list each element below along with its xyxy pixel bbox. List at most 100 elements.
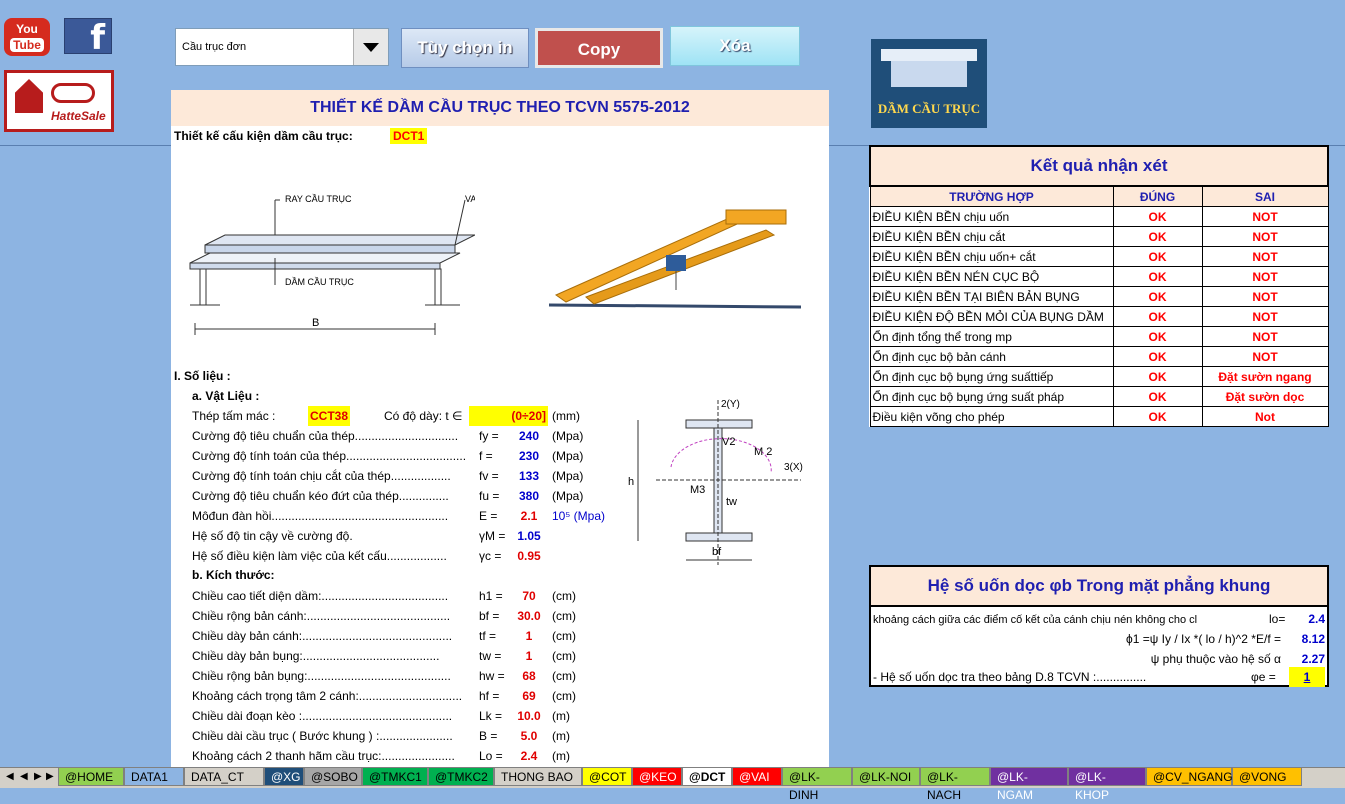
dimension-row: Chiều dày bản cánh:.....................…: [171, 626, 829, 646]
sheet-tab[interactable]: @LK-KHOP: [1068, 768, 1146, 802]
result-case: Điều kiện võng cho phép: [869, 406, 1114, 427]
result-pass: OK: [1112, 306, 1203, 327]
sheet-tab[interactable]: @COT: [582, 768, 632, 786]
dimension-value[interactable]: 5.0: [509, 726, 549, 746]
sheet-tab[interactable]: @LK-NOI: [852, 768, 920, 786]
delete-button[interactable]: Xóa: [670, 26, 800, 66]
chevron-down-icon[interactable]: [353, 29, 388, 65]
copy-button[interactable]: Copy: [535, 28, 663, 68]
youtube-icon[interactable]: You Tube: [4, 18, 50, 56]
result-pass: OK: [1112, 246, 1203, 267]
material-label: Cường độ tiêu chuẩn kéo đứt của thép....…: [192, 489, 449, 503]
tw-label: tw: [726, 496, 737, 508]
crane-beam-logo: DẦM CẦU TRỤC: [871, 39, 987, 128]
sheet-tab-bar: ◀ ◀ ▶ ▶ @HOME DATA1 DATA_CT @XG @SOBO @TMKC1 @…: [0, 767, 1345, 802]
facebook-icon[interactable]: f: [64, 18, 112, 57]
result-fail: NOT: [1201, 286, 1329, 307]
sheet-tab[interactable]: @LK-NACH: [920, 768, 990, 802]
dimension-row: Chiều cao tiết diện dầm:................…: [171, 586, 829, 606]
material-label: Cường độ tính toán của thép.............…: [192, 449, 467, 463]
dimension-value[interactable]: 10.0: [509, 706, 549, 726]
material-symbol: fv =: [479, 469, 499, 483]
material-label: Cường độ tiêu chuẩn của thép............…: [192, 429, 459, 443]
result-pass: OK: [1112, 386, 1203, 407]
sheet-tab[interactable]: @CV_NGANG: [1146, 768, 1233, 786]
phi-lo-label: khoảng cách giữa các điểm cố kết của cán…: [873, 614, 1198, 626]
result-fail: Đặt sườn dọc: [1201, 386, 1329, 407]
steel-grade[interactable]: CCT38: [308, 406, 351, 426]
result-case: Ổn định tổng thể trong mp: [869, 326, 1114, 347]
sheet-tab[interactable]: THONG BAO: [494, 768, 582, 786]
result-pass: OK: [1112, 406, 1203, 427]
logo-label: DẦM CẦU TRỤC: [877, 101, 981, 116]
result-row: Ổn định cục bộ bụng ứng suấttiếp OK Đặt …: [869, 366, 1329, 387]
result-fail: NOT: [1201, 246, 1329, 267]
component-code[interactable]: DCT1: [390, 128, 428, 144]
sheet-tab[interactable]: @TMKC2: [428, 768, 494, 786]
dimension-unit: (cm): [552, 689, 576, 703]
dimension-unit: (cm): [552, 629, 576, 643]
buckling-title: Hệ số uốn dọc φb Trong mặt phẳng khung: [871, 567, 1327, 607]
sheet-tab[interactable]: @KEO: [632, 768, 682, 786]
phie-value[interactable]: 1: [1289, 667, 1325, 687]
col-header-pass: ĐÚNG: [1112, 185, 1203, 207]
print-options-button[interactable]: Tùy chọn in: [401, 28, 529, 68]
dimension-unit: (cm): [552, 609, 576, 623]
result-case: ĐIỀU KIỆN BỀN TẠI BIÊN BẢN BỤNG: [869, 286, 1114, 307]
dimension-label: Chiều rộng bản bụng:....................…: [192, 669, 451, 683]
sheet-tab[interactable]: @DCT: [682, 768, 732, 786]
prev-sheet-icon[interactable]: ◀: [20, 771, 28, 782]
col-header-case: TRƯỜNG HỢP: [869, 185, 1114, 207]
sheet-tab[interactable]: @XG: [264, 768, 304, 786]
thickness-range[interactable]: (0÷20]: [469, 406, 548, 426]
material-symbol: fy =: [479, 429, 499, 443]
hattesale-logo[interactable]: HatteSale: [4, 70, 114, 132]
sheet-tab[interactable]: @TMKC1: [362, 768, 428, 786]
dimension-symbol: hw =: [479, 669, 505, 683]
sheet-tab[interactable]: DATA_CT: [184, 768, 264, 786]
result-case: ĐIỀU KIỆN BỀN chịu cắt: [869, 226, 1114, 247]
sheet-tab[interactable]: @HOME: [58, 768, 124, 786]
material-symbol: E =: [479, 509, 498, 523]
psi-value: 2.27: [1301, 652, 1325, 666]
dimension-value[interactable]: 30.0: [509, 606, 549, 626]
last-sheet-icon[interactable]: ▶: [46, 771, 54, 782]
material-label: Hệ số điều kiện làm việc của kết cấu....…: [192, 549, 447, 563]
material-value: 133: [518, 469, 540, 483]
corbel-label: VAI CẦU TRỤC: [465, 194, 475, 204]
psi-label: ψ phụ thuộc vào hệ số α: [1150, 652, 1281, 666]
result-pass: OK: [1112, 266, 1203, 287]
result-case: ĐIỀU KIỆN ĐỘ BỀN MỎI CỦA BỤNG DẦM: [869, 306, 1114, 327]
material-value: 380: [518, 489, 540, 503]
gantry-crane-illustration: [548, 209, 802, 309]
dimension-row: Chiều rộng bản cánh:....................…: [171, 606, 829, 626]
dimension-value[interactable]: 69: [509, 686, 549, 706]
dimension-value[interactable]: 70: [509, 586, 549, 606]
result-row: Ổn định tổng thể trong mp OK NOT: [869, 326, 1329, 347]
dimension-value[interactable]: 68: [509, 666, 549, 686]
sheet-tab[interactable]: @LK-DINH: [782, 768, 852, 802]
result-pass: OK: [1112, 206, 1203, 227]
col-header-fail: SAI: [1201, 185, 1329, 207]
dimension-value[interactable]: 1: [509, 626, 549, 646]
result-row: Điều kiện võng cho phép OK Not: [869, 406, 1329, 427]
sheet-tab[interactable]: @VONG: [1232, 768, 1302, 786]
sheet-tab[interactable]: @LK-NGAM: [990, 768, 1068, 802]
phi1-value: 8.12: [1301, 632, 1325, 646]
dimension-value[interactable]: 2.4: [509, 746, 549, 766]
phi-row-lo: khoảng cách giữa các điểm cố kết của cán…: [873, 609, 1325, 629]
next-sheet-icon[interactable]: ▶: [34, 771, 42, 782]
result-fail: NOT: [1201, 206, 1329, 227]
sheet-tab[interactable]: @SOBO: [304, 768, 362, 786]
sheet-tab[interactable]: @VAI: [732, 768, 782, 786]
first-sheet-icon[interactable]: ◀: [6, 771, 14, 782]
result-fail: NOT: [1201, 326, 1329, 347]
sheet-tab[interactable]: DATA1: [124, 768, 184, 786]
rail-label: RAY CẦU TRỤC: [285, 194, 352, 204]
dimension-unit: (cm): [552, 649, 576, 663]
handshake-icon: [51, 83, 95, 103]
dimension-label: Khoảng cách trọng tâm 2 cánh:...........…: [192, 689, 463, 703]
dimension-row: Chiều rộng bản bụng:....................…: [171, 666, 829, 686]
dimension-value[interactable]: 1: [509, 646, 549, 666]
type-select[interactable]: Cầu trục đơn: [175, 28, 389, 66]
